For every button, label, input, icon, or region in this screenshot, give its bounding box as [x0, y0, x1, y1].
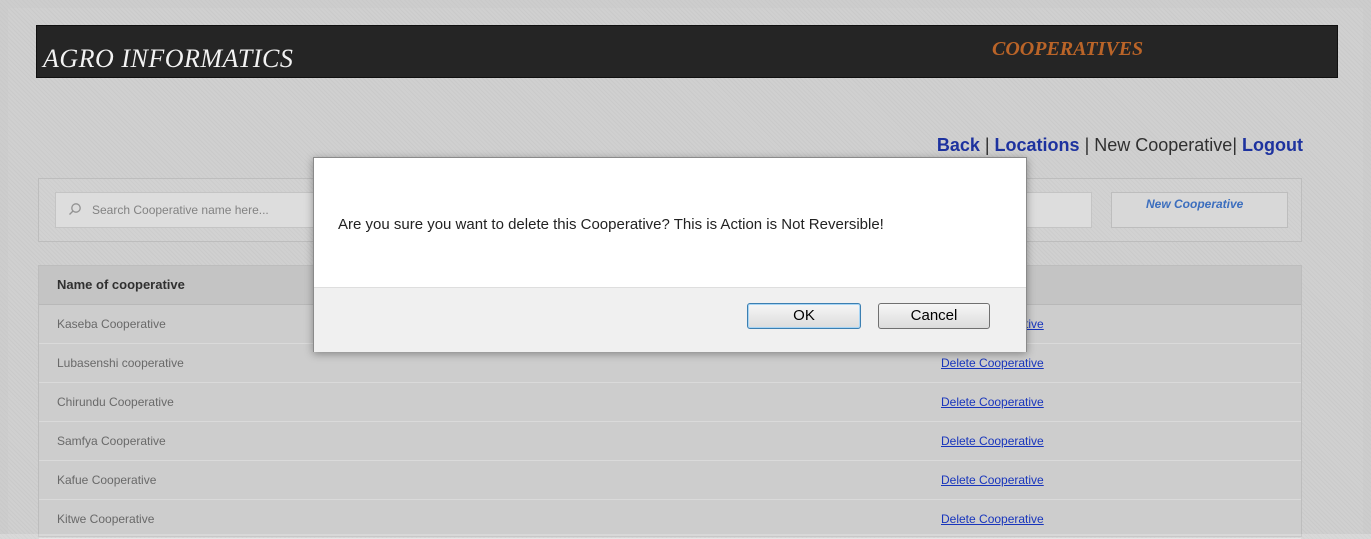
cancel-button[interactable]: Cancel	[878, 303, 990, 329]
confirm-dialog: Are you sure you want to delete this Coo…	[313, 157, 1027, 352]
ok-button[interactable]: OK	[747, 303, 861, 329]
confirm-message: Are you sure you want to delete this Coo…	[338, 216, 884, 233]
dialog-footer: OK Cancel	[314, 287, 1026, 352]
